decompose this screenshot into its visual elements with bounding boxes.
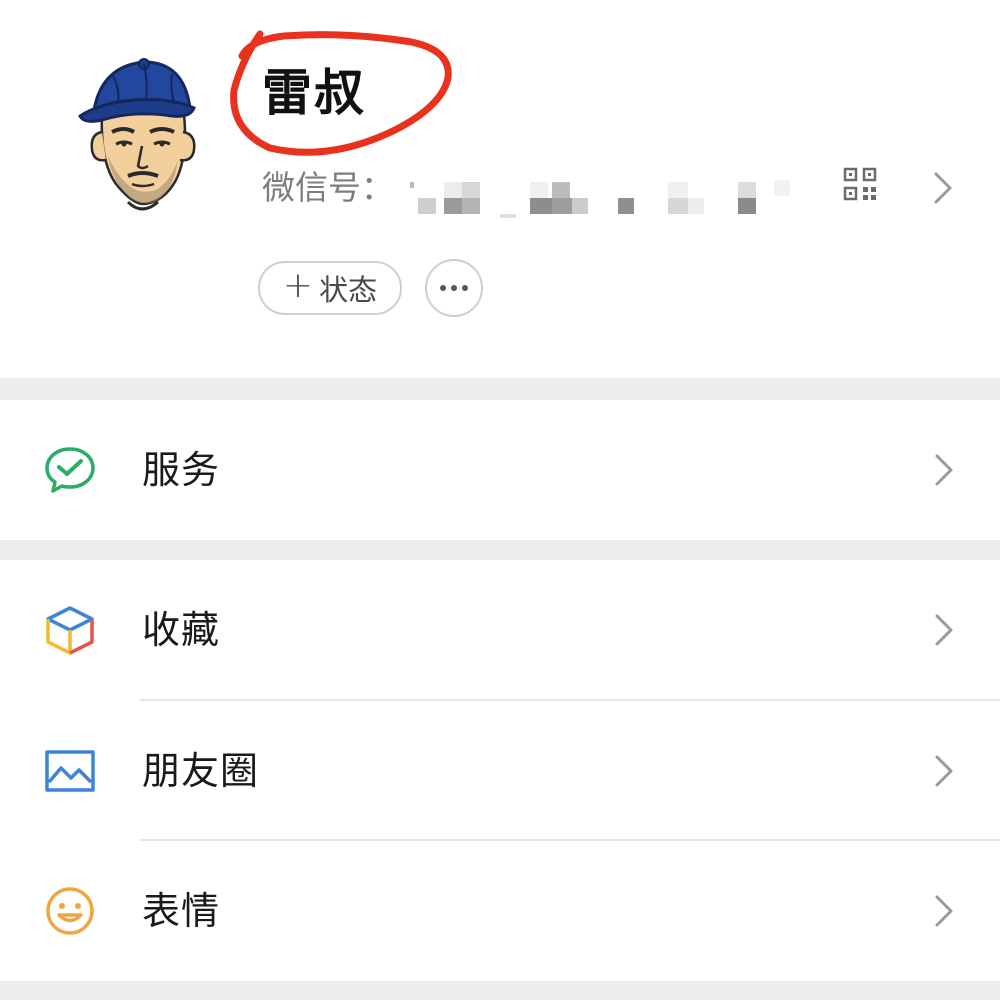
chevron-right-icon <box>935 454 953 486</box>
chevron-right-icon <box>935 895 953 927</box>
profile-name: 雷叔 <box>262 64 366 122</box>
qr-code-icon[interactable] <box>842 166 878 202</box>
sticker-smiley-icon <box>46 887 94 935</box>
plus-icon: + <box>282 265 314 306</box>
profile-header[interactable]: 雷叔 微信号： + 状态 <box>0 0 1000 378</box>
more-options-button[interactable] <box>425 259 483 317</box>
menu-item-label: 服务 <box>142 448 221 492</box>
menu-item-stickers[interactable]: 表情 <box>0 841 1000 981</box>
favorites-cube-icon <box>46 606 94 655</box>
wechat-pay-check-icon <box>45 447 95 493</box>
menu-item-moments[interactable]: 朋友圈 <box>0 701 1000 841</box>
menu-item-label: 收藏 <box>142 608 221 652</box>
wechat-me-page: 雷叔 微信号： + 状态 服务 收藏 朋友圈 表情 <box>0 0 1000 1000</box>
wechat-id-row[interactable]: 微信号： <box>262 160 962 218</box>
more-dots-icon <box>440 285 446 291</box>
avatar[interactable] <box>72 52 208 218</box>
wechat-id-label: 微信号： <box>262 168 394 207</box>
menu-item-label: 表情 <box>142 889 221 933</box>
status-button-label: 状态 <box>319 273 378 307</box>
section-separator <box>0 540 1000 560</box>
menu-item-label: 朋友圈 <box>142 749 260 793</box>
menu-item-favorites[interactable]: 收藏 <box>0 560 1000 700</box>
wechat-id-redacted <box>410 180 790 218</box>
chevron-right-icon <box>935 614 953 646</box>
chevron-right-icon <box>935 755 953 787</box>
chevron-right-icon <box>934 172 952 204</box>
moments-picture-icon <box>45 750 95 792</box>
section-separator <box>0 378 1000 400</box>
menu-item-services[interactable]: 服务 <box>0 400 1000 540</box>
section-separator <box>0 981 1000 1000</box>
add-status-button[interactable]: + 状态 <box>258 261 402 315</box>
